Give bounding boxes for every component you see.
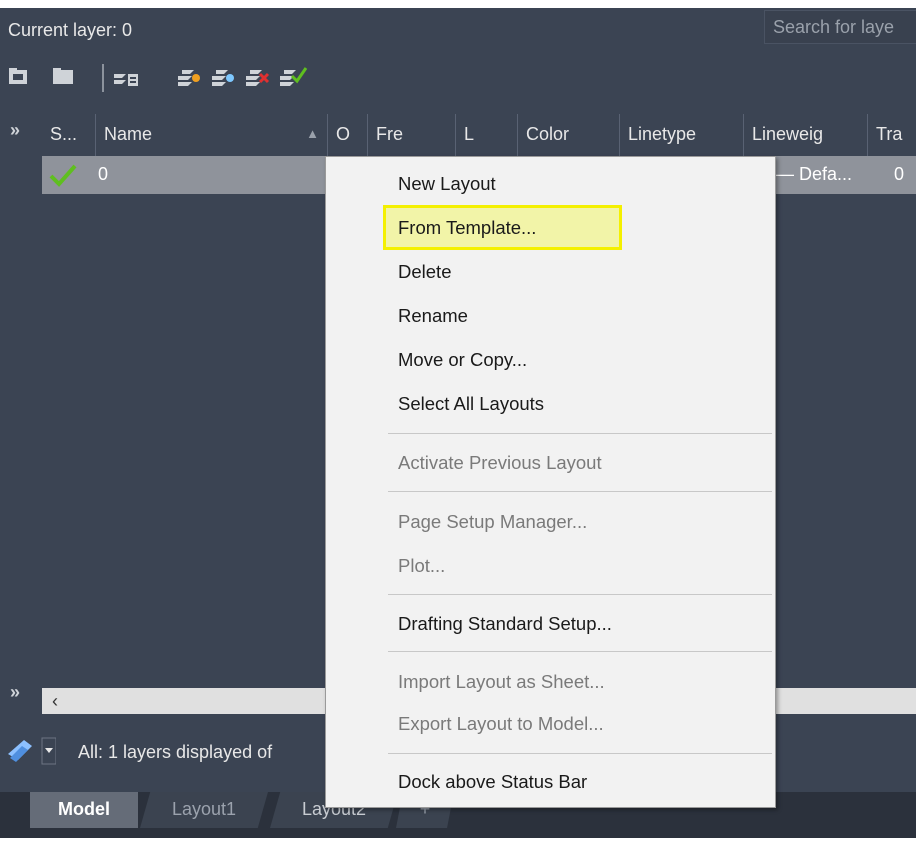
menu-item-delete[interactable]: Delete: [398, 257, 451, 287]
menu-item-select-all-layouts[interactable]: Select All Layouts: [398, 389, 544, 419]
column-freeze[interactable]: Fre: [368, 114, 456, 156]
menu-separator: [388, 433, 772, 434]
menu-separator: [388, 491, 772, 492]
filter-dropdown-button[interactable]: [6, 736, 57, 766]
tab-model[interactable]: Model: [30, 792, 138, 828]
tab-layout1[interactable]: Layout1: [140, 792, 268, 828]
layer-toolbar: [6, 64, 366, 92]
column-name-label: Name: [104, 124, 153, 144]
column-name[interactable]: Name ▲: [96, 114, 328, 156]
menu-item-export-layout-to-model[interactable]: Export Layout to Model...: [398, 709, 604, 739]
side-collapse-strip: » »: [0, 114, 42, 714]
new-group-filter-icon[interactable]: [50, 64, 76, 90]
layout-context-menu: New Layout From Template... Delete Renam…: [325, 156, 776, 808]
menu-separator: [388, 594, 772, 595]
menu-item-rename[interactable]: Rename: [398, 301, 468, 331]
column-on[interactable]: O: [328, 114, 368, 156]
transparency-cell: 0: [894, 164, 905, 184]
lineweight-cell: — Defa...: [776, 164, 853, 184]
expand-filters-bottom-icon[interactable]: »: [10, 682, 20, 703]
menu-item-activate-previous-layout[interactable]: Activate Previous Layout: [398, 448, 602, 478]
menu-separator: [388, 753, 772, 754]
column-linetype[interactable]: Linetype: [620, 114, 744, 156]
toolbar-separator: [102, 64, 104, 92]
delete-layer-icon[interactable]: [244, 64, 270, 90]
column-status[interactable]: S...: [42, 114, 96, 156]
new-property-filter-icon[interactable]: [6, 64, 32, 90]
menu-item-dock-above-status-bar[interactable]: Dock above Status Bar: [398, 767, 587, 797]
menu-item-new-layout[interactable]: New Layout: [398, 169, 496, 199]
search-layers-input[interactable]: Search for laye: [764, 10, 916, 44]
sort-asc-icon: ▲: [306, 126, 319, 141]
menu-item-plot[interactable]: Plot...: [398, 551, 445, 581]
menu-item-from-template[interactable]: From Template...: [398, 213, 536, 243]
column-color[interactable]: Color: [518, 114, 620, 156]
current-layer-label: Current layer: 0: [8, 20, 133, 40]
scroll-left-icon[interactable]: ‹: [42, 688, 68, 714]
menu-item-drafting-standard-setup[interactable]: Drafting Standard Setup...: [398, 609, 612, 639]
menu-item-import-layout-as-sheet[interactable]: Import Layout as Sheet...: [398, 667, 605, 697]
menu-separator: [388, 651, 772, 652]
current-check-icon: [48, 162, 78, 193]
menu-item-page-setup-manager[interactable]: Page Setup Manager...: [398, 507, 587, 537]
layer-states-manager-icon[interactable]: [112, 64, 138, 90]
column-lineweight[interactable]: Lineweig: [744, 114, 868, 156]
column-header: S... Name ▲ O Fre L Color Linetype Linew…: [42, 114, 916, 156]
layers-displayed-status: All: 1 layers displayed of: [78, 742, 273, 762]
menu-item-move-or-copy[interactable]: Move or Copy...: [398, 345, 527, 375]
new-layer-icon[interactable]: [176, 64, 202, 90]
expand-filters-icon[interactable]: »: [10, 120, 20, 141]
column-transparency[interactable]: Tra: [868, 114, 916, 156]
new-layer-frozen-icon[interactable]: [210, 64, 236, 90]
column-lock[interactable]: L: [456, 114, 518, 156]
layer-name-cell: 0: [98, 164, 109, 184]
set-current-icon[interactable]: [278, 64, 308, 90]
